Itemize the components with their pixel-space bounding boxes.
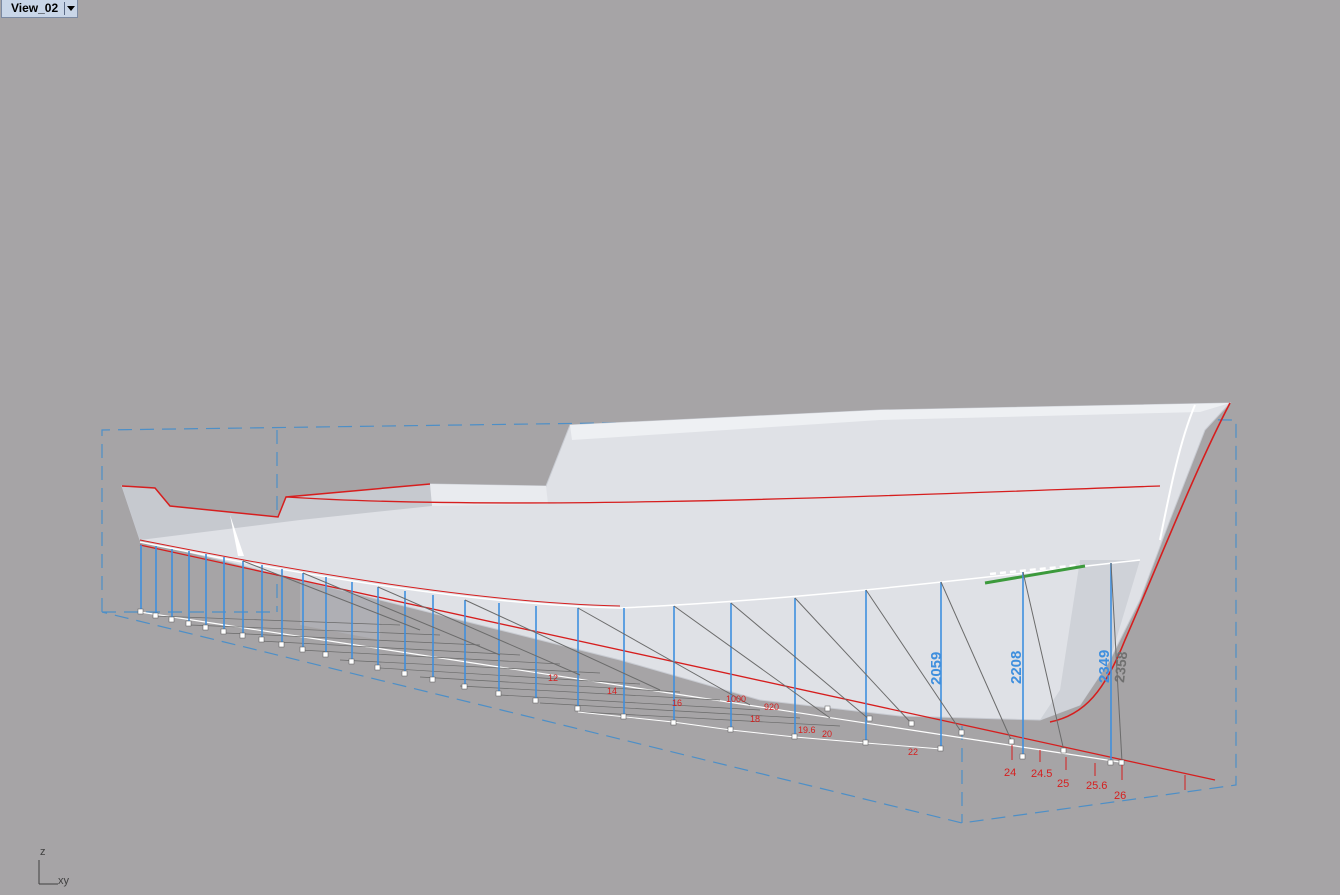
- axis-indicator: [38, 860, 58, 885]
- viewport-title-tab[interactable]: View_02: [1, 0, 79, 18]
- station-25: 25: [1057, 778, 1069, 790]
- station-22: 22: [908, 747, 918, 757]
- station-24-5: 24.5: [1031, 768, 1052, 780]
- label-1000: 1000: [726, 694, 746, 704]
- axis-z-label: z: [40, 846, 46, 858]
- axis-xy-label: xy: [58, 875, 70, 887]
- viewport-title[interactable]: View_02: [2, 0, 64, 17]
- station-20: 20: [822, 729, 832, 739]
- viewport[interactable]: 2059 2208 2349 2358 24 24.5 25 25.6 26 1…: [0, 0, 1340, 895]
- station-19-6: 19.6: [798, 725, 816, 735]
- model-scene[interactable]: 2059 2208 2349 2358 24 24.5 25 25.6 26 1…: [0, 0, 1340, 895]
- station-25-6: 25.6: [1086, 780, 1107, 792]
- station-24: 24: [1004, 767, 1016, 779]
- station-14: 14: [607, 686, 617, 696]
- hull-model[interactable]: [121, 402, 1232, 723]
- label-920: 920: [764, 702, 779, 712]
- station-12: 12: [548, 673, 558, 683]
- dimension-2059: 2059: [928, 652, 945, 685]
- dimension-2358: 2358: [1111, 650, 1130, 683]
- chevron-down-icon[interactable]: [65, 0, 77, 17]
- station-26: 26: [1114, 790, 1126, 802]
- dimension-2349: 2349: [1096, 650, 1113, 683]
- dimension-2208: 2208: [1008, 651, 1025, 684]
- station-18: 18: [750, 714, 760, 724]
- station-16: 16: [672, 698, 682, 708]
